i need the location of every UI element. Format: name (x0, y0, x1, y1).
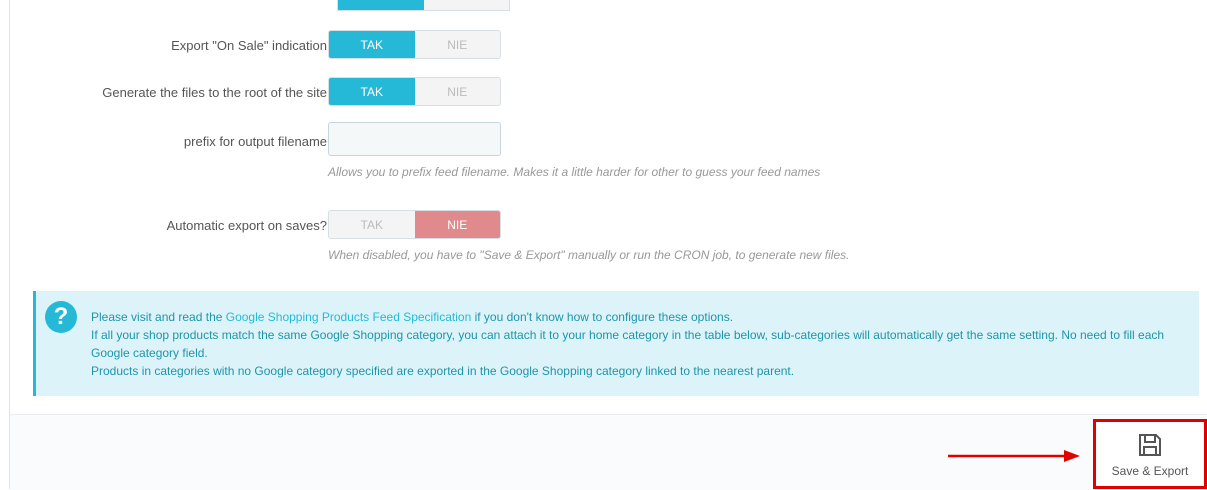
root-files-yes-option[interactable]: TAK (329, 78, 415, 105)
auto-export-no-option[interactable]: NIE (414, 211, 500, 238)
on-sale-switch[interactable]: TAK NIE (328, 30, 501, 59)
auto-export-switch[interactable]: TAK NIE (328, 210, 501, 239)
question-icon: ? (45, 301, 77, 333)
on-sale-yes-option[interactable]: TAK (329, 31, 415, 58)
annotation-arrow-icon (948, 450, 1080, 462)
auto-export-help: When disabled, you have to "Save & Expor… (328, 248, 850, 262)
info-alert: ? Please visit and read the Google Shopp… (33, 291, 1199, 396)
info-line-2: If all your shop products match the same… (91, 328, 1165, 360)
info-line-1: Please visit and read the Google Shoppin… (91, 310, 734, 324)
spec-link[interactable]: Google Shopping Products Feed Specificat… (226, 310, 472, 324)
on-sale-label: Export "On Sale" indication (171, 38, 327, 53)
save-export-button[interactable]: Save & Export (1100, 426, 1200, 484)
auto-export-yes-option[interactable]: TAK (329, 211, 415, 238)
prefix-input[interactable] (328, 122, 501, 156)
save-export-label: Save & Export (1111, 464, 1189, 478)
prefix-help: Allows you to prefix feed filename. Make… (328, 165, 821, 179)
on-sale-no-option[interactable]: NIE (414, 31, 500, 58)
info-text: Please visit and read the Google Shoppin… (91, 308, 1191, 380)
partial-switch[interactable] (337, 0, 510, 11)
settings-panel: Export "On Sale" indication TAK NIE Gene… (9, 0, 1207, 490)
root-files-switch[interactable]: TAK NIE (328, 77, 501, 106)
prefix-label: prefix for output filename (183, 134, 327, 149)
floppy-disk-icon (1139, 434, 1161, 456)
root-files-no-option[interactable]: NIE (414, 78, 500, 105)
info-line-3: Products in categories with no Google ca… (91, 364, 795, 378)
root-files-label: Generate the files to the root of the si… (102, 85, 327, 100)
auto-export-label: Automatic export on saves? (166, 218, 327, 233)
